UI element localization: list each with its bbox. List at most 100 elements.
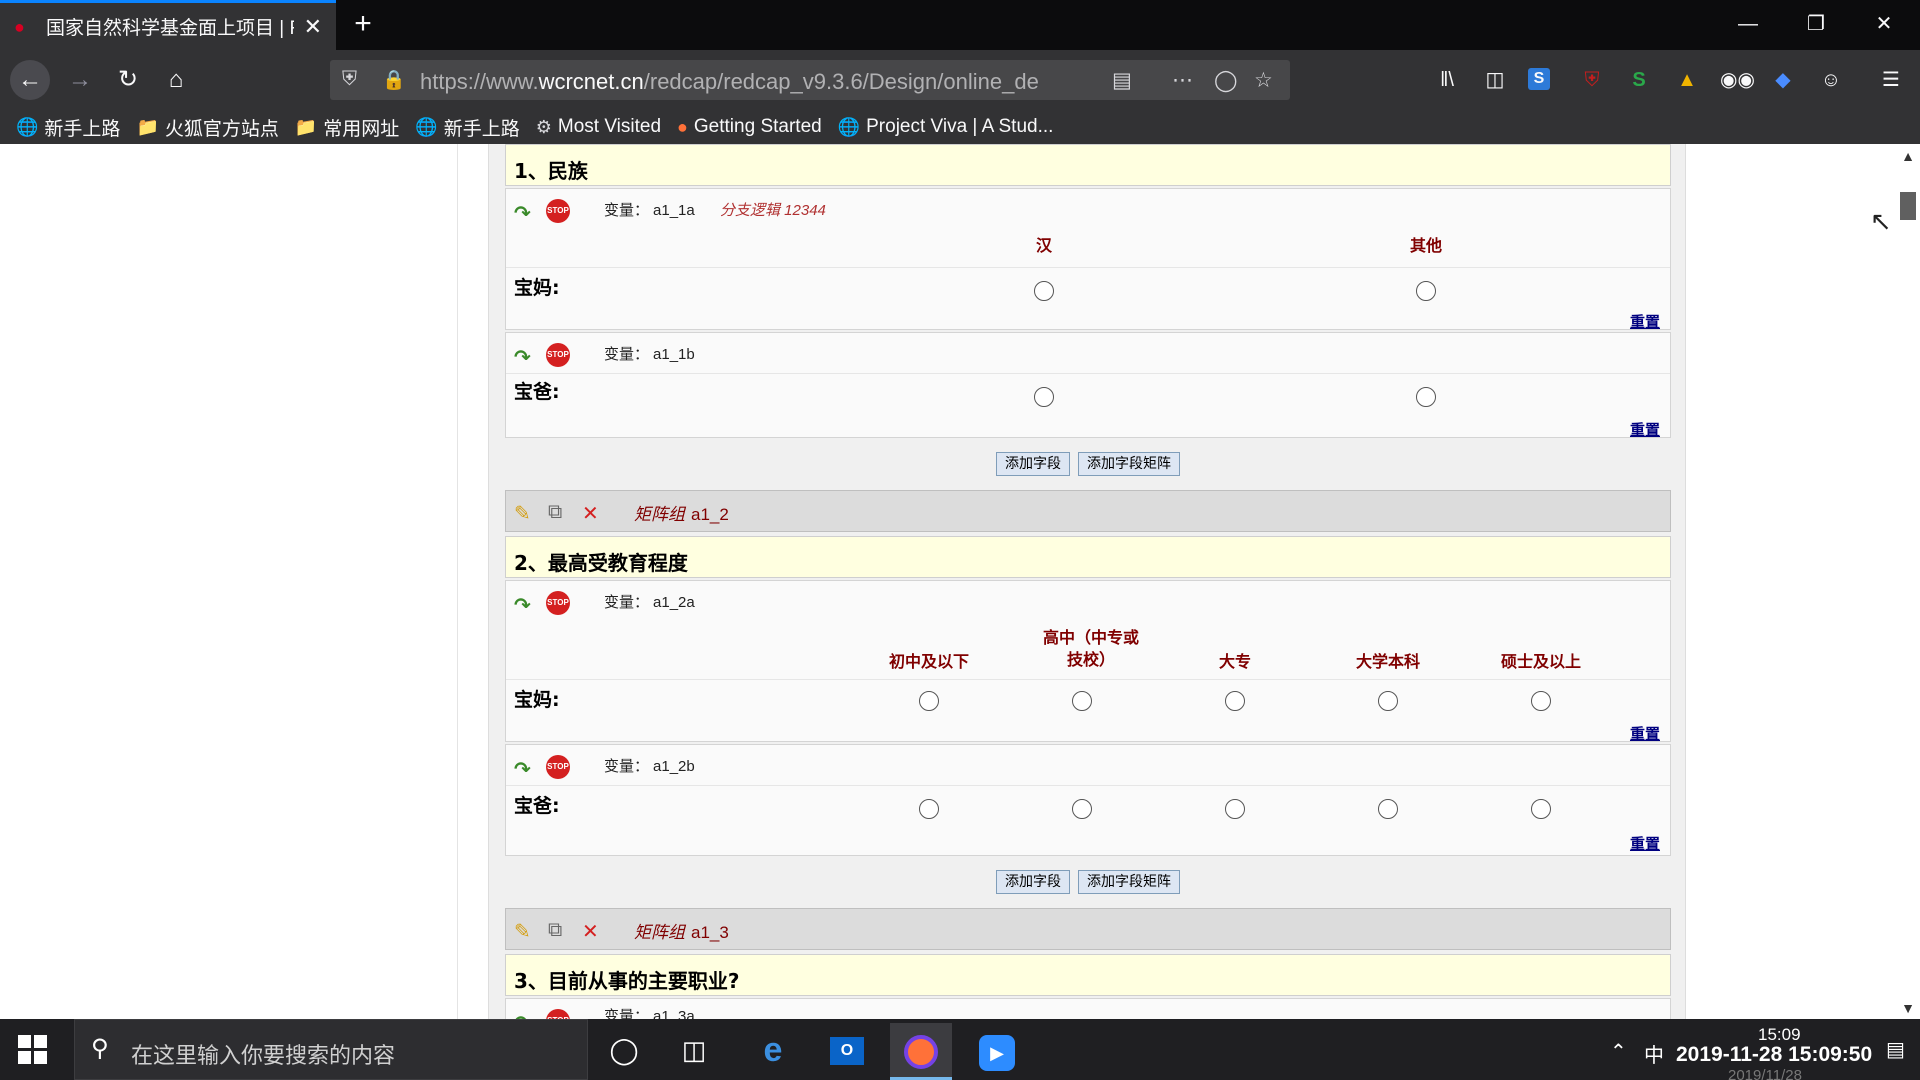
notification-icon[interactable]: ▤ (1886, 1037, 1905, 1062)
copy-icon[interactable]: ⧉ (548, 919, 562, 942)
stop-action-icon[interactable]: STOP (546, 343, 570, 367)
clock-date[interactable]: 2019/11/28 (1728, 1067, 1802, 1080)
branching-logic-text[interactable]: 分支逻辑 12344 (720, 199, 826, 220)
reload-button[interactable]: ↻ (108, 60, 148, 100)
left-panel (0, 144, 458, 1019)
back-button[interactable]: ← (10, 60, 50, 100)
restore-button[interactable]: ❐ (1782, 0, 1850, 50)
radio-button[interactable] (1378, 799, 1398, 819)
menu-icon[interactable]: ☰ (1876, 66, 1906, 94)
globe-icon: 🌐 (837, 116, 861, 137)
add-matrix-button[interactable]: 添加字段矩阵 (1078, 870, 1180, 894)
library-icon[interactable]: ‖\ (1432, 66, 1462, 94)
bookmark-item[interactable]: 🌐 Project Viva | A Stud... (838, 116, 1054, 138)
radio-button[interactable] (1072, 799, 1092, 819)
page-actions-icon[interactable]: ⋯ (1172, 68, 1193, 93)
radio-button[interactable] (1531, 691, 1551, 711)
branching-logic-icon[interactable]: ↷ (514, 757, 531, 782)
skype-extension-icon[interactable]: S (1528, 68, 1550, 90)
radio-button[interactable] (1225, 799, 1245, 819)
radio-button[interactable] (1034, 387, 1054, 407)
bookmark-item[interactable]: 📁 火狐官方站点 (136, 114, 278, 141)
reset-link[interactable]: 重置 (1630, 833, 1660, 854)
bookmark-item[interactable]: ● Getting Started (677, 116, 822, 138)
bookmark-item[interactable]: 🌐 新手上路 (16, 114, 120, 141)
page-scrollbar[interactable]: ▲ ▼ (1896, 144, 1920, 1019)
extension-diamond-icon[interactable]: ◆ (1768, 66, 1798, 94)
radio-button[interactable] (919, 691, 939, 711)
home-button[interactable]: ⌂ (156, 60, 196, 100)
url-text[interactable]: https://www.wcrcnet.cn/redcap/redcap_v9.… (420, 69, 1070, 95)
add-field-button[interactable]: 添加字段 (996, 452, 1070, 476)
add-field-row: 添加字段 添加字段矩阵 (489, 870, 1687, 894)
cortana-icon[interactable]: ◯ (598, 1031, 650, 1069)
extension-arrow-icon[interactable]: ▲ (1672, 66, 1702, 94)
scroll-down-icon[interactable]: ▼ (1900, 1000, 1916, 1016)
edge-app-icon[interactable]: e (742, 1023, 804, 1080)
radio-button[interactable] (1416, 281, 1436, 301)
scroll-up-icon[interactable]: ▲ (1900, 148, 1916, 164)
add-matrix-button[interactable]: 添加字段矩阵 (1078, 452, 1180, 476)
url-bar[interactable]: ⛨ 🔒 https://www.wcrcnet.cn/redcap/redcap… (330, 60, 1290, 100)
ime-indicator[interactable]: 中 (1644, 1039, 1664, 1068)
reset-link[interactable]: 重置 (1630, 311, 1660, 332)
sidebar-icon[interactable]: ◫ (1480, 66, 1510, 94)
reset-link[interactable]: 重置 (1630, 419, 1660, 440)
scroll-thumb[interactable] (1900, 192, 1916, 220)
account-icon[interactable]: ☺ (1816, 66, 1846, 94)
extension-glasses-icon[interactable]: ◉◉ (1720, 66, 1755, 94)
radio-button[interactable] (1072, 691, 1092, 711)
branching-logic-icon[interactable]: ↷ (514, 201, 531, 226)
windows-start-icon[interactable] (18, 1035, 48, 1065)
bookmark-item[interactable]: 🌐 新手上路 (415, 114, 519, 141)
clock-time[interactable]: 15:09 (1758, 1025, 1801, 1045)
mouse-cursor-icon: ↖ (1870, 206, 1892, 236)
new-tab-button[interactable]: + (346, 8, 380, 42)
windows-taskbar: ⚲ 在这里输入你要搜索的内容 ◯ ◫ e O ▶ ⌃ 中 15:09 2019-… (0, 1019, 1920, 1080)
radio-button[interactable] (1531, 799, 1551, 819)
taskbar-search-box[interactable]: ⚲ 在这里输入你要搜索的内容 (74, 1019, 588, 1080)
pocket-icon[interactable]: ◯ (1214, 68, 1238, 93)
pencil-icon[interactable]: ✎ (514, 919, 531, 944)
pencil-icon[interactable]: ✎ (514, 501, 531, 526)
reset-link[interactable]: 重置 (1630, 723, 1660, 744)
stop-action-icon[interactable]: STOP (546, 1009, 570, 1019)
matrix-group-label: 矩阵组 a1_3 (634, 923, 729, 942)
extension-s-icon[interactable]: S (1624, 66, 1654, 94)
tray-expand-icon[interactable]: ⌃ (1610, 1039, 1627, 1064)
branching-logic-icon[interactable]: ↷ (514, 593, 531, 618)
minimize-button[interactable]: — (1714, 0, 1782, 50)
copy-icon[interactable]: ⧉ (548, 501, 562, 524)
radio-button[interactable] (1225, 691, 1245, 711)
lock-icon[interactable]: 🔒 (382, 68, 406, 92)
radio-button[interactable] (1378, 691, 1398, 711)
tab-close-icon[interactable]: ✕ (304, 14, 322, 40)
add-field-button[interactable]: 添加字段 (996, 870, 1070, 894)
bookmark-item[interactable]: 📁 常用网址 (295, 114, 399, 141)
stop-action-icon[interactable]: STOP (546, 755, 570, 779)
stop-action-icon[interactable]: STOP (546, 591, 570, 615)
reader-view-icon[interactable]: ▤ (1112, 68, 1132, 93)
delete-icon[interactable]: ✕ (582, 919, 599, 944)
branching-logic-icon[interactable]: ↷ (514, 345, 531, 370)
bookmark-item[interactable]: ⚙ Most Visited (536, 116, 661, 138)
globe-icon: 🌐 (415, 116, 438, 137)
firefox-app-icon[interactable] (890, 1023, 952, 1080)
close-window-button[interactable]: ✕ (1850, 0, 1918, 50)
radio-button[interactable] (1416, 387, 1436, 407)
bookmark-star-icon[interactable]: ☆ (1254, 68, 1273, 93)
forward-button[interactable]: → (60, 60, 100, 100)
matrix-field: ↷ STOP 变量： a1_1b 宝爸: 重置 (505, 332, 1671, 440)
task-view-icon[interactable]: ◫ (668, 1031, 720, 1069)
ublock-icon[interactable]: ⛨ (1577, 66, 1607, 94)
stop-action-icon[interactable]: STOP (546, 199, 570, 223)
active-tab[interactable]: ● 国家自然科学基金面上项目 | R ✕ (0, 0, 336, 50)
zoom-app-icon[interactable]: ▶ (966, 1023, 1028, 1080)
branching-logic-icon[interactable]: ↷ (514, 1011, 531, 1019)
radio-button[interactable] (1034, 281, 1054, 301)
shield-icon[interactable]: ⛨ (342, 68, 357, 91)
column-header: 硕士及以上 (1500, 652, 1581, 671)
radio-button[interactable] (919, 799, 939, 819)
delete-icon[interactable]: ✕ (582, 501, 599, 526)
outlook-app-icon[interactable]: O (816, 1023, 878, 1080)
